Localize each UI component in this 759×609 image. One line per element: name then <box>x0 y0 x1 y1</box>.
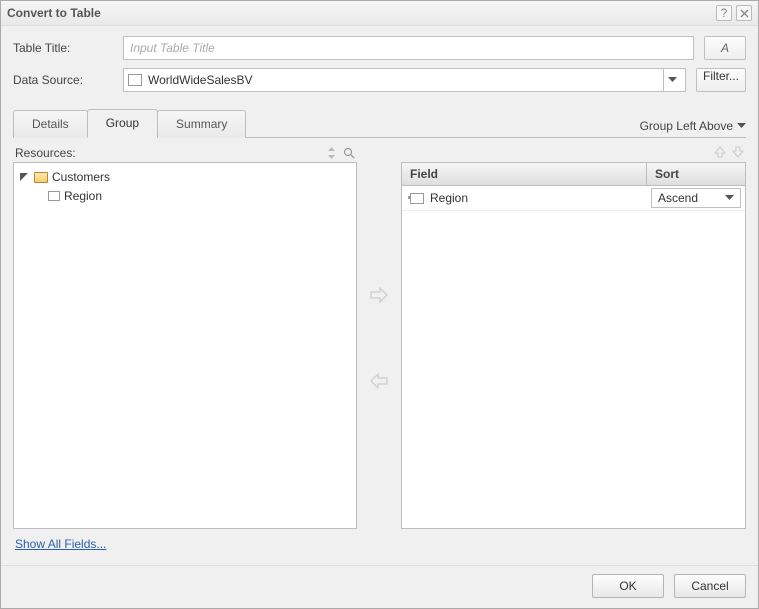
cell-field-label: Region <box>430 191 468 205</box>
sort-icon[interactable] <box>326 147 337 159</box>
folder-icon <box>34 172 48 183</box>
tab-details[interactable]: Details <box>13 110 88 138</box>
filter-button[interactable]: Filter... <box>696 68 746 92</box>
cancel-button[interactable]: Cancel <box>674 574 746 598</box>
font-icon: A <box>721 41 729 55</box>
label-data-source: Data Source: <box>13 73 113 87</box>
dialog-footer: OK Cancel <box>1 566 758 608</box>
group-position-label: Group Left Above <box>640 119 733 133</box>
row-data-source: Data Source: WorldWideSalesBV Filter... <box>13 68 746 92</box>
font-style-button[interactable]: A <box>704 36 746 60</box>
tree-node-customers[interactable]: Customers <box>20 169 350 185</box>
grid-header: Field Sort <box>402 163 745 186</box>
resources-pane: Resources: <box>13 146 357 529</box>
titlebar-controls: ? <box>716 5 752 21</box>
chevron-down-icon[interactable] <box>663 69 681 91</box>
group-grid: Field Sort Region Ascend <box>401 162 746 529</box>
datasource-icon <box>128 74 142 86</box>
arrow-right-icon[interactable] <box>370 287 388 303</box>
chevron-down-icon <box>737 123 746 129</box>
search-icon[interactable] <box>343 147 355 159</box>
group-fields-pane: Field Sort Region Ascend <box>401 146 746 529</box>
row-table-title: Table Title: A <box>13 36 746 60</box>
cell-field: Region <box>402 187 647 209</box>
combo-data-source-value: WorldWideSalesBV <box>148 73 663 87</box>
tree-node-label: Customers <box>52 170 110 184</box>
resources-label: Resources: <box>15 146 76 160</box>
show-all-fields-link[interactable]: Show All Fields... <box>15 537 106 551</box>
group-position-dropdown[interactable]: Group Left Above <box>640 119 746 137</box>
tree-node-region[interactable]: Region <box>48 188 350 204</box>
resources-tree[interactable]: Customers Region <box>13 162 357 529</box>
sort-select[interactable]: Ascend <box>651 188 741 208</box>
field-icon <box>48 191 60 201</box>
move-down-icon[interactable] <box>732 146 744 160</box>
sort-select-value: Ascend <box>658 191 698 205</box>
tab-group[interactable]: Group <box>87 109 158 138</box>
transfer-arrows <box>365 146 393 529</box>
tree-caret-icon[interactable] <box>20 173 30 181</box>
window-title: Convert to Table <box>7 6 101 20</box>
combo-data-source[interactable]: WorldWideSalesBV <box>123 68 686 92</box>
dialog-convert-to-table: Convert to Table ? Table Title: A Data S… <box>0 0 759 609</box>
arrow-left-icon[interactable] <box>370 373 388 389</box>
help-icon[interactable]: ? <box>716 5 732 21</box>
titlebar: Convert to Table ? <box>1 1 758 26</box>
chevron-down-icon <box>725 195 734 201</box>
col-header-sort[interactable]: Sort <box>647 163 745 185</box>
col-header-field[interactable]: Field <box>402 163 647 185</box>
label-table-title: Table Title: <box>13 41 113 55</box>
move-up-icon[interactable] <box>714 146 726 160</box>
close-icon[interactable] <box>736 5 752 21</box>
ok-button[interactable]: OK <box>592 574 664 598</box>
input-table-title[interactable] <box>123 36 694 60</box>
grid-row[interactable]: Region Ascend <box>402 186 745 211</box>
tree-node-label: Region <box>64 189 102 203</box>
tabs: Details Group Summary Group Left Above <box>13 108 746 138</box>
field-icon <box>410 193 424 204</box>
tab-summary[interactable]: Summary <box>157 110 246 138</box>
